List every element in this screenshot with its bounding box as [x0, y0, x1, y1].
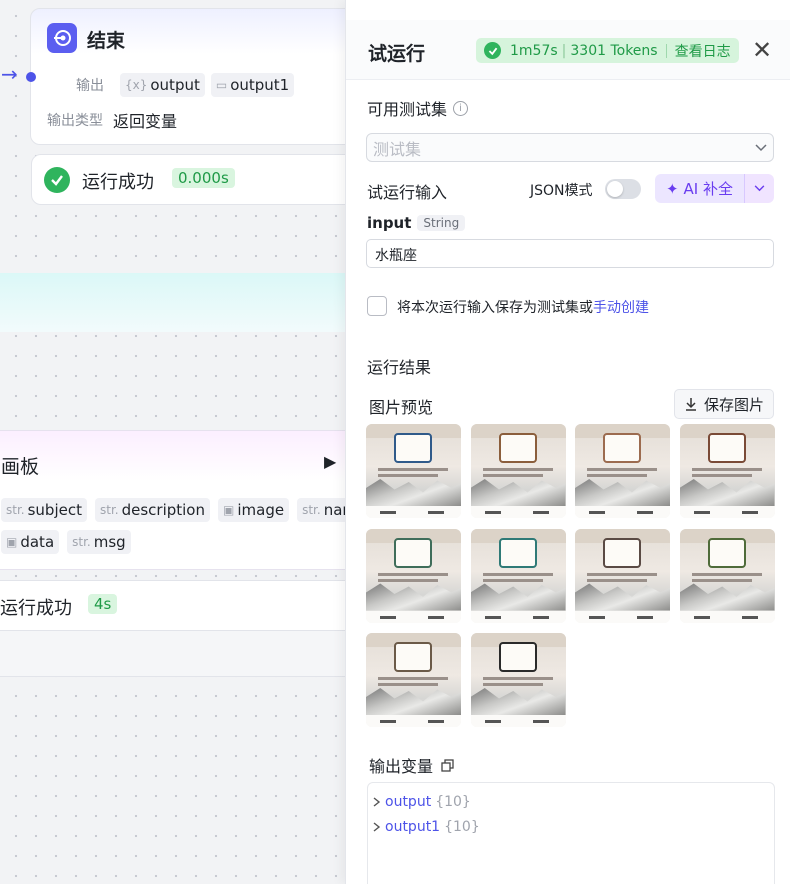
image-thumbnail[interactable] [575, 528, 670, 623]
ai-options-dropdown[interactable] [744, 174, 774, 203]
manual-create-link[interactable]: 手动创建 [593, 300, 649, 316]
test-run-panel: 试运行 1m57s | 3301 Tokens 查看日志 ✕ 可用测试集 i 测… [345, 0, 790, 884]
end-node-icon [47, 23, 77, 53]
status-time: 0.000s [172, 168, 235, 188]
node-band [0, 273, 346, 332]
download-icon [685, 398, 696, 411]
testset-label-row: 可用测试集 i [367, 96, 469, 120]
testset-select[interactable]: 测试集 [366, 133, 774, 162]
output1-var-tag: ▭ output1 [210, 73, 295, 97]
panel-body: 可用测试集 i 测试集 试运行输入 JSON模式 ✦ AI 补全 input S… [346, 80, 790, 884]
status-text: 运行成功 [82, 172, 154, 193]
node-footer [0, 631, 346, 677]
end-node-title: 结束 [87, 30, 126, 52]
panel-header: 试运行 1m57s | 3301 Tokens 查看日志 ✕ [346, 20, 790, 80]
chevron-right-icon [373, 796, 381, 807]
var-tag-image: ▣ image [218, 498, 290, 522]
save-testset-text: 将本次运行输入保存为测试集或手动创建 [397, 300, 649, 316]
input-name: input [367, 214, 412, 232]
output-label: 输出 [76, 78, 104, 94]
json-mode-label: JSON模式 [530, 183, 593, 199]
ai-complete-button[interactable]: ✦ AI 补全 [655, 174, 744, 203]
output-type-row: 输出类型 返回变量 [47, 108, 177, 132]
output-vars-label: 输出变量 [369, 757, 434, 776]
run-tokens: 3301 Tokens [570, 42, 658, 59]
canvas-vars-row2: ▣ data str. msg [1, 530, 131, 554]
chevron-right-icon [373, 821, 381, 832]
status-text: 运行成功 [0, 598, 72, 619]
chevron-down-icon [754, 185, 765, 192]
image-preview-grid [366, 424, 776, 734]
image-thumbnail[interactable] [679, 528, 775, 623]
panel-title: 试运行 [368, 43, 426, 65]
run-time: 1m57s [510, 42, 558, 59]
input-field-label: input String [367, 214, 466, 232]
image-thumbnail[interactable] [470, 424, 566, 518]
var-tag-data: ▣ data [1, 530, 60, 554]
image-thumbnail[interactable] [366, 424, 461, 518]
testset-placeholder: 测试集 [373, 139, 422, 159]
save-testset-checkbox[interactable] [367, 296, 387, 316]
tree-row-output1[interactable]: output1 {10} [372, 814, 770, 839]
save-image-button[interactable]: 保存图片 [674, 389, 774, 419]
canvas-run-status[interactable]: 运行成功 4s [0, 580, 346, 631]
run-input-label: 试运行输入 [367, 183, 448, 202]
var-tag-msg: str. msg [67, 530, 131, 554]
output-vars-tree: output {10} output1 {10} [367, 782, 775, 884]
input-type-tag: String [417, 215, 466, 231]
image-thumbnail[interactable] [679, 424, 775, 518]
canvas-node[interactable]: 画板 ▶ str. subject str. description ▣ image … [0, 430, 362, 570]
check-circle-icon [484, 42, 501, 59]
copy-icon[interactable] [441, 758, 454, 772]
status-time: 4s [88, 594, 118, 614]
canvas-vars-row1: str. subject str. description ▣ image str. n… [1, 498, 362, 522]
var-tag-subject: str. subject [1, 498, 87, 522]
testset-label: 可用测试集 [367, 100, 448, 119]
end-outputs-row: 输出 {x} output ▭ output1 [76, 73, 295, 97]
image-thumbnail[interactable] [366, 633, 461, 727]
image-preview-label: 图片预览 [369, 398, 434, 417]
output-vars-header: 输出变量 [369, 753, 454, 777]
result-label: 运行结果 [367, 358, 432, 377]
tree-row-output[interactable]: output {10} [372, 789, 770, 814]
output-type-label: 输出类型 [47, 113, 103, 129]
connector-arrow-icon: → [1, 62, 18, 86]
input-port[interactable] [26, 72, 36, 82]
var-tag-description: str. description [94, 498, 210, 522]
close-icon[interactable]: ✕ [752, 36, 772, 64]
chevron-down-icon [755, 143, 767, 151]
play-icon[interactable]: ▶ [324, 452, 336, 471]
image-thumbnail[interactable] [575, 424, 670, 518]
sparkle-icon: ✦ [665, 179, 679, 198]
image-thumbnail[interactable] [366, 528, 461, 623]
input-field[interactable]: 水瓶座 [366, 239, 774, 268]
check-circle-icon [44, 167, 70, 193]
run-status-pill: 1m57s | 3301 Tokens 查看日志 [476, 38, 739, 63]
view-log-link[interactable]: 查看日志 [675, 41, 731, 61]
image-thumbnail[interactable] [470, 633, 566, 727]
output-var-tag: {x} output [120, 73, 205, 97]
json-mode-toggle[interactable] [605, 179, 641, 199]
info-icon[interactable]: i [453, 100, 469, 116]
canvas-node-title: 画板 [1, 456, 40, 478]
image-icon: ▣ [6, 535, 18, 549]
image-thumbnail[interactable] [470, 528, 566, 623]
output-type-value: 返回变量 [113, 112, 178, 131]
image-icon: ▣ [223, 503, 235, 517]
